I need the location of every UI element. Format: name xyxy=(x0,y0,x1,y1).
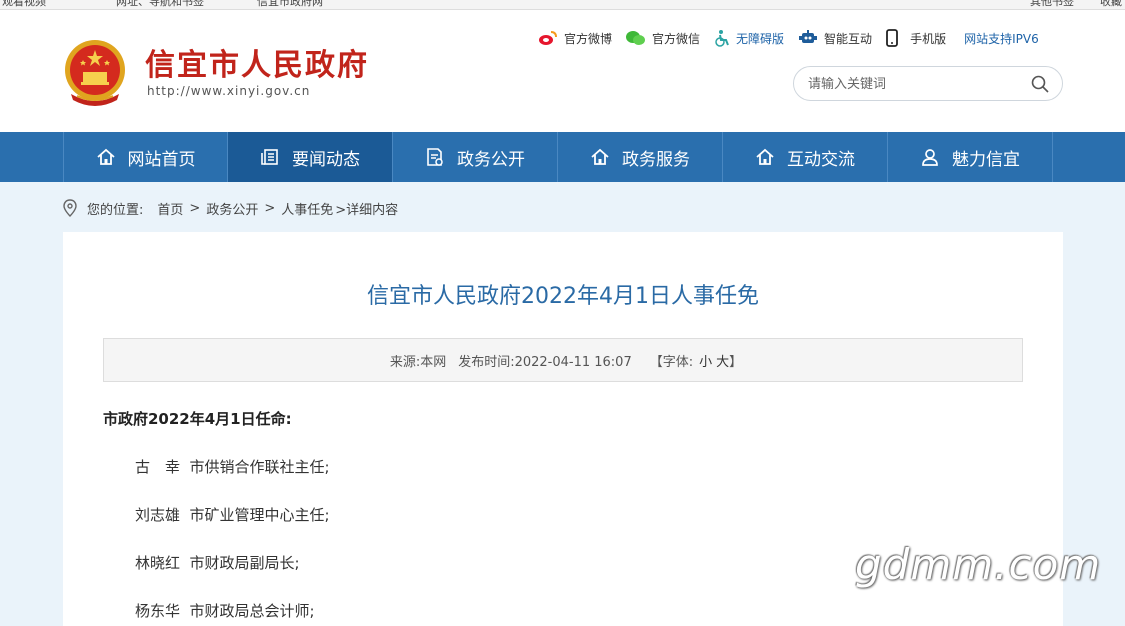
bookmark-item[interactable]: 信宜市政府网 xyxy=(257,0,323,9)
location-pin-icon xyxy=(63,199,77,217)
wechat-icon xyxy=(626,31,646,45)
accessible-link[interactable]: 无障碍版 xyxy=(714,29,784,47)
mobile-label: 手机版 xyxy=(910,31,947,46)
appointment-item: 刘志雄 市矿业管理中心主任; xyxy=(135,506,330,524)
watermark: gdmm.com xyxy=(855,540,1102,589)
nav-item-interaction[interactable]: 互动交流 xyxy=(723,132,888,182)
appointment-item: 林晓红 市财政局副局长; xyxy=(135,554,300,572)
mobile-link[interactable]: 手机版 xyxy=(886,29,946,47)
bookmark-item[interactable]: 网址、导航和书签 xyxy=(116,0,204,9)
interactive-link[interactable]: 智能互动 xyxy=(798,30,872,47)
nav-label: 要闻动态 xyxy=(292,149,360,170)
nav-label: 互动交流 xyxy=(787,149,855,170)
search-icon[interactable] xyxy=(1030,74,1050,94)
bookmark-item[interactable]: 观看视频 xyxy=(2,0,46,9)
nav-item-charm[interactable]: 魅力信宜 xyxy=(888,132,1053,182)
nav-item-home[interactable]: 网站首页 xyxy=(63,132,228,182)
bookmarks-bar: 观看视频 网址、导航和书签 信宜市政府网 其他书签 收藏 xyxy=(0,0,1125,10)
mobile-phone-icon xyxy=(886,29,898,47)
breadcrumb-sub[interactable]: 人事任免 xyxy=(281,199,333,218)
breadcrumb: 您的位置: 首页 > 政务公开 > 人事任免 >详细内容 xyxy=(63,198,404,218)
nav-label: 政务公开 xyxy=(457,149,525,170)
user-icon xyxy=(922,149,938,166)
robot-icon xyxy=(799,30,818,43)
nav-label: 魅力信宜 xyxy=(952,149,1020,170)
breadcrumb-separator: > xyxy=(264,200,276,216)
article-date: 发布时间:2022-04-11 16:07 xyxy=(458,354,632,370)
font-small-button[interactable]: 小 xyxy=(699,351,712,370)
article-lead: 市政府2022年4月1日任命: xyxy=(103,410,292,428)
home-icon xyxy=(591,148,609,165)
bookmark-item[interactable]: 其他书签 xyxy=(1030,0,1074,9)
site-name[interactable]: 信宜市人民政府 xyxy=(145,40,369,84)
site-header: 信宜市人民政府 http://www.xinyi.gov.cn 官方微博 官方微… xyxy=(0,10,1125,132)
nav-item-news[interactable]: 要闻动态 xyxy=(228,132,393,182)
nav-item-gov-affairs[interactable]: 政务公开 xyxy=(393,132,558,182)
wechat-link[interactable]: 官方微信 xyxy=(626,30,700,47)
appointment-item: 杨东华 市财政局总会计师; xyxy=(135,602,315,620)
document-icon xyxy=(427,148,443,166)
article-title: 信宜市人民政府2022年4月1日人事任免 xyxy=(367,284,759,309)
main-nav: 网站首页 要闻动态 政务公开 政务服务 互动交流 魅力信宜 xyxy=(0,132,1125,182)
appointment-item: 古 幸 市供销合作联社主任; xyxy=(135,458,330,476)
bookmark-item[interactable]: 收藏 xyxy=(1100,0,1122,9)
font-size-label: 【字体: xyxy=(649,354,694,370)
ipv6-link[interactable]: 网站支持IPV6 xyxy=(964,30,1039,47)
wechat-label: 官方微信 xyxy=(652,31,701,46)
nav-item-services[interactable]: 政务服务 xyxy=(558,132,723,182)
site-url: http://www.xinyi.gov.cn xyxy=(147,84,311,98)
weibo-label: 官方微博 xyxy=(564,31,613,46)
search-box xyxy=(793,66,1063,101)
breadcrumb-current: >详细内容 xyxy=(335,202,399,218)
wheelchair-icon xyxy=(715,30,729,47)
nav-label: 网站首页 xyxy=(127,149,196,170)
nav-label: 政务服务 xyxy=(622,149,690,170)
weibo-icon xyxy=(539,31,557,45)
breadcrumb-separator: > xyxy=(189,200,201,216)
top-links: 官方微博 官方微信 无障碍版 智能互动 手机版 网站支持IPV6 xyxy=(538,28,1053,48)
weibo-link[interactable]: 官方微博 xyxy=(538,30,612,47)
national-emblem-icon xyxy=(65,40,125,106)
interactive-label: 智能互动 xyxy=(824,31,873,46)
search-input[interactable] xyxy=(808,74,1008,94)
font-large-button[interactable]: 大 xyxy=(716,351,729,370)
home-icon xyxy=(756,148,774,165)
breadcrumb-prefix: 您的位置: xyxy=(87,202,144,218)
home-icon xyxy=(96,148,115,165)
article-source: 来源:本网 xyxy=(389,354,447,370)
breadcrumb-section[interactable]: 政务公开 xyxy=(206,199,258,218)
font-size-end: 】 xyxy=(729,354,743,370)
article-meta: 来源:本网 发布时间:2022-04-11 16:07 【字体: 小大】 xyxy=(103,338,1023,382)
breadcrumb-home[interactable]: 首页 xyxy=(157,199,183,218)
news-icon xyxy=(261,149,278,165)
accessible-label: 无障碍版 xyxy=(736,31,785,46)
